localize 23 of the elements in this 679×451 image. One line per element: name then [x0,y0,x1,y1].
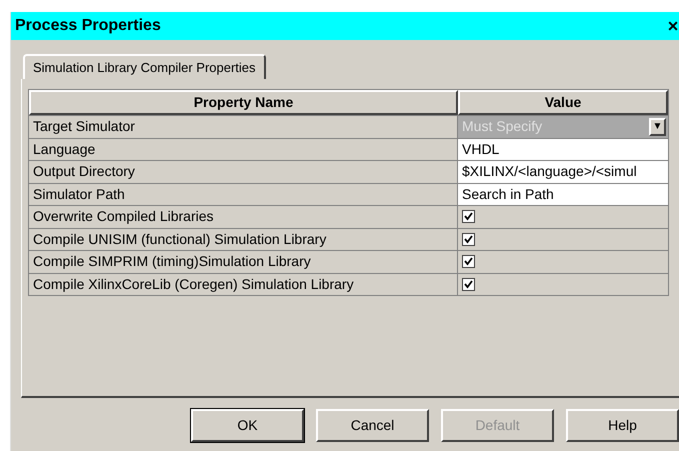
property-name-cell: Overwrite Compiled Libraries [29,206,458,228]
column-header: Value [458,90,668,115]
dialog-button[interactable]: Help [566,409,679,442]
tab[interactable]: Simulation Library Compiler Properties [23,54,266,79]
dialog-button[interactable]: Cancel [316,409,429,442]
window-title: Process Properties [15,16,161,36]
checkbox[interactable] [462,232,475,246]
checkmark-icon [464,234,473,244]
column-header: Property Name [29,90,458,115]
checkbox[interactable] [462,210,475,224]
value-field[interactable]: $XILINX/<language>/<simul [458,161,668,182]
checkbox[interactable] [462,278,475,291]
property-name-cell: Compile XilinxCoreLib (Coregen) Simulation Library [29,274,458,295]
checkmark-icon [464,280,473,289]
dialog-button[interactable]: OK [191,409,304,442]
checkbox[interactable] [462,255,475,268]
close-button[interactable]: × [665,16,679,36]
checkmark-icon [464,212,473,222]
property-name-cell: Compile SIMPRIM (timing)Simulation Library [29,251,458,272]
checkmark-icon [464,257,473,266]
value-field[interactable]: Search in Path [458,184,668,205]
property-name-cell: Compile UNISIM (functional) Simulation Library [29,228,458,250]
value-field[interactable]: VHDL [458,138,668,160]
